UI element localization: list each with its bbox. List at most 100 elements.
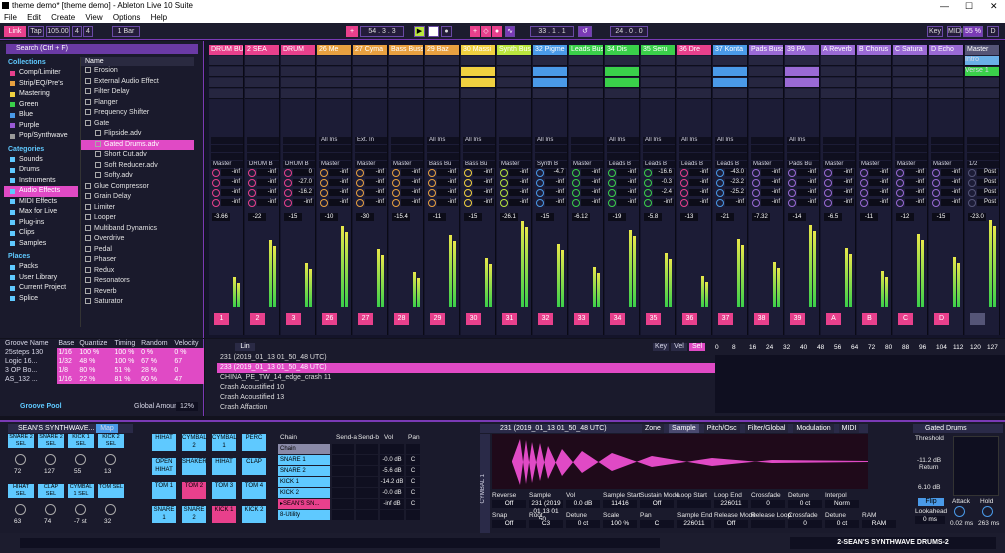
send-value[interactable]: -inf [473, 189, 494, 196]
groove-cell[interactable]: 0 % [140, 348, 174, 357]
input-type-select[interactable] [751, 137, 783, 144]
send-value[interactable]: -inf [221, 199, 242, 206]
send-knob[interactable] [428, 199, 436, 207]
send-value[interactable]: -inf [941, 199, 962, 206]
send-value[interactable]: -inf [905, 169, 926, 176]
send-value[interactable]: -inf [653, 199, 674, 206]
send-value[interactable]: -inf [329, 199, 350, 206]
clip-slot[interactable] [281, 67, 315, 77]
groove-cell[interactable]: 100 % [113, 357, 141, 366]
clip-slot[interactable] [641, 89, 675, 99]
sampler-tab[interactable]: Sample [668, 424, 699, 433]
send-value[interactable]: -inf [581, 189, 602, 196]
send-knob[interactable] [428, 189, 436, 197]
chain-volume[interactable] [380, 444, 404, 454]
chain-volume[interactable]: -14.2 dB [380, 477, 404, 487]
track-name[interactable]: DRUM [281, 45, 315, 55]
collection-item[interactable]: Comp/Limiter [4, 68, 78, 79]
vel-tab[interactable]: Vel [671, 343, 687, 351]
send-value[interactable]: -16.6 [653, 169, 674, 176]
monitor-select[interactable] [391, 153, 423, 160]
clip-slot[interactable] [749, 67, 783, 77]
input-channel-select[interactable] [751, 145, 783, 152]
clip-slot[interactable] [497, 67, 531, 77]
send-value[interactable]: -inf [581, 199, 602, 206]
menu-create[interactable]: Create [51, 13, 75, 22]
sampler-param-value[interactable]: Norm [825, 500, 859, 508]
sampler-param-value[interactable]: 0 ct [566, 520, 600, 528]
metronome-icon[interactable]: ∿ [505, 26, 515, 37]
monitor-select[interactable] [571, 153, 603, 160]
send-knob[interactable] [392, 169, 400, 177]
clip-slot[interactable] [425, 67, 459, 77]
sampler-param-value[interactable]: Off [492, 520, 526, 528]
send-value[interactable]: -inf [401, 169, 422, 176]
clip-slot[interactable] [317, 78, 351, 88]
track-activator[interactable]: B [862, 313, 877, 325]
send-value[interactable]: -inf [833, 199, 854, 206]
volume-field[interactable]: -15 [932, 213, 950, 221]
clip-slot[interactable] [209, 67, 243, 77]
input-type-select[interactable]: All Ins [463, 137, 495, 144]
clip-slot[interactable] [533, 89, 567, 99]
drum-pad[interactable]: PERC [242, 434, 266, 451]
send-knob[interactable] [932, 189, 940, 197]
send-value[interactable]: -inf [509, 179, 530, 186]
input-type-select[interactable]: All Ins [679, 137, 711, 144]
track-name[interactable]: D Echo [929, 45, 963, 55]
input-type-select[interactable]: All Ins [607, 137, 639, 144]
monitor-select[interactable] [967, 153, 999, 160]
send-value[interactable]: -inf [437, 199, 458, 206]
send-value[interactable]: -inf [365, 179, 386, 186]
output-type-select[interactable]: Leads B [607, 161, 639, 168]
collection-item[interactable]: Purple [4, 121, 78, 132]
groove-row[interactable]: 3 OP Bo... 1/8 80 % 51 % 28 % 0 [4, 366, 204, 375]
send-knob[interactable] [572, 189, 580, 197]
meter-den[interactable]: 4 [83, 26, 93, 37]
track-activator[interactable]: 3 [286, 313, 301, 325]
input-channel-select[interactable] [391, 145, 423, 152]
send-value[interactable]: -16.2 [293, 189, 314, 196]
monitor-select[interactable] [355, 153, 387, 160]
input-channel-select[interactable] [319, 145, 351, 152]
volume-field[interactable]: -7.32 [752, 213, 770, 221]
sampler-tab[interactable]: Pitch/Osc [703, 424, 740, 433]
clip-slot[interactable]: Intro [965, 56, 999, 66]
send-knob[interactable] [392, 179, 400, 187]
monitor-select[interactable] [247, 153, 279, 160]
place-item[interactable]: Splice [4, 294, 78, 305]
send-knob[interactable] [752, 199, 760, 207]
clip-slot[interactable] [281, 89, 315, 99]
clip-slot[interactable] [713, 89, 747, 99]
track-name[interactable]: Bass Buss [389, 45, 423, 55]
lookahead-select[interactable]: 0 ms [915, 516, 945, 524]
sampler-param-value[interactable]: 226011 [714, 500, 748, 508]
send-value[interactable]: -23.2 [725, 179, 746, 186]
send-knob[interactable] [392, 199, 400, 207]
scene-name[interactable]: Verse 1 [965, 67, 989, 74]
send-knob[interactable] [320, 189, 328, 197]
clip-slot[interactable] [605, 67, 639, 77]
groove-column-header[interactable]: Random [140, 339, 173, 348]
send-knob[interactable] [608, 199, 616, 207]
input-channel-select[interactable] [499, 145, 531, 152]
input-channel-select[interactable] [715, 145, 747, 152]
send-knob[interactable] [500, 169, 508, 177]
chain-pan[interactable] [406, 510, 420, 520]
clip-slot[interactable] [389, 67, 423, 77]
play-icon[interactable]: ▶ [414, 26, 425, 37]
send-knob[interactable] [356, 169, 364, 177]
name-column-header[interactable]: Name [81, 57, 194, 66]
sampler-tab[interactable]: Zone [642, 424, 664, 433]
chain-name[interactable]: SNARE 2 [278, 466, 330, 476]
send-knob[interactable] [860, 169, 868, 177]
send-value[interactable]: -inf [329, 169, 350, 176]
track-name[interactable]: A Reverb [821, 45, 855, 55]
send-knob[interactable] [248, 199, 256, 207]
clip-slot[interactable] [209, 56, 243, 66]
send-value[interactable]: -inf [869, 169, 890, 176]
macro-knob[interactable] [15, 454, 26, 465]
send-knob[interactable] [968, 179, 976, 187]
input-type-select[interactable] [823, 137, 855, 144]
input-channel-select[interactable] [211, 145, 243, 152]
